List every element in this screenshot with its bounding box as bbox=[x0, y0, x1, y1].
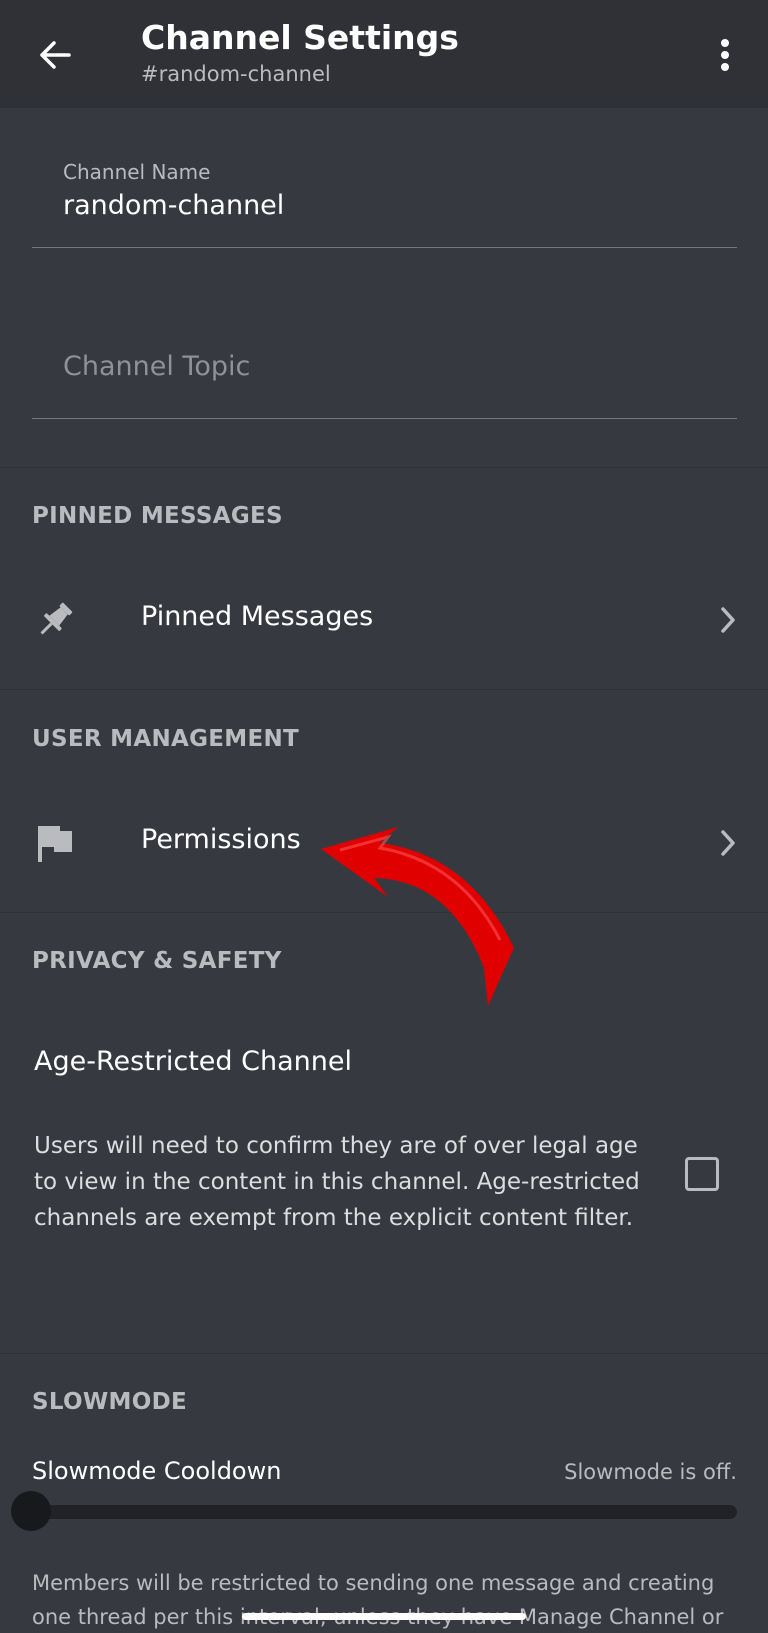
slowmode-slider-track[interactable] bbox=[32, 1505, 737, 1519]
privacy-safety-section-header: PRIVACY & SAFETY bbox=[32, 948, 282, 974]
age-restricted-title: Age-Restricted Channel bbox=[34, 1046, 352, 1077]
channel-subtitle: #random-channel bbox=[141, 62, 331, 86]
user-management-section-header: USER MANAGEMENT bbox=[32, 726, 300, 752]
section-divider bbox=[0, 467, 768, 468]
back-button[interactable] bbox=[30, 30, 80, 80]
channel-name-label: Channel Name bbox=[63, 160, 211, 184]
chevron-right-icon bbox=[716, 826, 740, 860]
flag-icon bbox=[32, 820, 78, 866]
more-vertical-icon bbox=[721, 39, 729, 71]
age-restricted-description: Users will need to confirm they are of o… bbox=[34, 1133, 640, 1231]
slowmode-slider-thumb[interactable] bbox=[11, 1491, 51, 1531]
pinned-messages-row[interactable]: Pinned Messages bbox=[0, 575, 768, 665]
section-divider bbox=[0, 1353, 768, 1354]
age-restricted-checkbox[interactable] bbox=[685, 1157, 719, 1191]
arrow-left-icon bbox=[40, 41, 71, 69]
more-options-button[interactable] bbox=[705, 30, 745, 80]
page-title: Channel Settings bbox=[141, 18, 459, 57]
channel-topic-input[interactable] bbox=[63, 346, 703, 386]
channel-name-underline bbox=[32, 247, 737, 248]
pinned-messages-section-header: PINNED MESSAGES bbox=[32, 503, 283, 529]
channel-name-input[interactable]: random-channel bbox=[63, 190, 284, 221]
pin-icon bbox=[32, 597, 78, 643]
pinned-messages-label: Pinned Messages bbox=[141, 601, 374, 632]
section-divider bbox=[0, 689, 768, 690]
top-bar: Channel Settings #random-channel bbox=[0, 0, 768, 108]
home-indicator bbox=[242, 1613, 526, 1620]
slowmode-section-header: SLOWMODE bbox=[32, 1389, 187, 1415]
channel-topic-underline bbox=[32, 418, 737, 419]
chevron-right-icon bbox=[716, 603, 740, 637]
annotation-arrow-icon bbox=[321, 827, 514, 1006]
permissions-label: Permissions bbox=[141, 824, 301, 855]
slowmode-cooldown-label: Slowmode Cooldown bbox=[32, 1457, 282, 1485]
slowmode-status: Slowmode is off. bbox=[564, 1460, 737, 1484]
slowmode-description: Members will be restricted to sending on… bbox=[32, 1571, 724, 1629]
